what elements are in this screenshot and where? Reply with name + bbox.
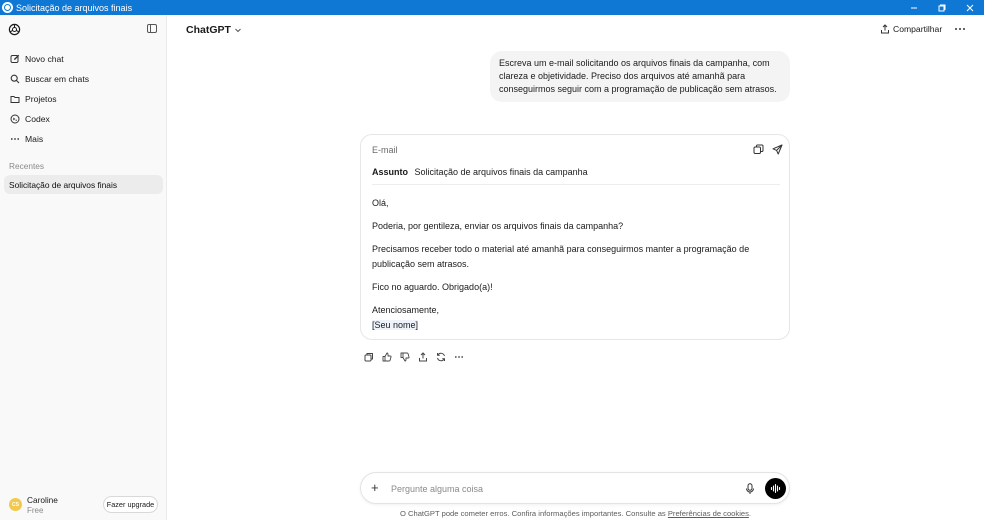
share-icon <box>419 352 427 362</box>
window-titlebar: Solicitação de arquivos finais <box>0 0 984 15</box>
thumbs-down-icon <box>400 352 410 362</box>
refresh-icon <box>437 352 445 362</box>
email-paragraph: Precisamos receber todo o material até a… <box>372 244 750 269</box>
email-signature-placeholder: [Seu nome] <box>372 320 419 330</box>
share-response-button[interactable] <box>414 351 432 363</box>
footer-disclaimer: O ChatGPT pode cometer erros. Confira in… <box>167 509 984 518</box>
email-card: E-mail Assunto Solicitação de arquivos f… <box>360 134 790 340</box>
close-window-button[interactable] <box>956 0 984 15</box>
email-greeting: Olá, <box>372 198 389 208</box>
waveform-icon <box>770 483 781 494</box>
subject-text: Solicitação de arquivos finais da campan… <box>414 167 588 177</box>
user-plan: Free <box>27 506 44 515</box>
share-icon <box>881 24 889 34</box>
copy-icon[interactable] <box>753 144 764 155</box>
edit-icon <box>9 54 20 65</box>
microphone-icon[interactable] <box>745 483 755 495</box>
more-actions-button[interactable] <box>450 351 468 363</box>
email-paragraph: Poderia, por gentileza, enviar os arquiv… <box>372 221 624 231</box>
sidebar-item-novo-chat[interactable]: Novo chat <box>4 49 163 69</box>
response-actions <box>360 351 468 363</box>
chevron-down-icon <box>235 28 241 33</box>
sidebar-item-label: Novo chat <box>25 54 64 64</box>
email-divider <box>372 184 780 185</box>
email-subject: Assunto Solicitação de arquivos finais d… <box>372 167 588 177</box>
subject-label: Assunto <box>372 167 408 177</box>
openai-logo-icon[interactable] <box>8 23 21 36</box>
model-name: ChatGPT <box>186 24 231 36</box>
minimize-icon <box>911 7 917 8</box>
user-message-bubble: Escreva um e-mail solicitando os arquivo… <box>490 51 790 102</box>
email-card-label: E-mail <box>372 145 398 155</box>
sidebar-header <box>0 15 167 43</box>
search-icon <box>9 74 20 85</box>
thumbs-down-button[interactable] <box>396 351 414 363</box>
sidebar-item-label: Buscar em chats <box>25 74 89 84</box>
upgrade-button[interactable]: Fazer upgrade <box>103 496 158 513</box>
email-body: Olá, Poderia, por gentileza, enviar os a… <box>372 196 772 333</box>
window-controls <box>900 0 984 15</box>
copy-icon <box>364 353 373 362</box>
footer-text: O ChatGPT pode cometer erros. Confira in… <box>399 509 666 518</box>
chatgpt-app-icon <box>2 2 13 13</box>
sidebar-item-codex[interactable]: Codex <box>4 109 163 129</box>
folder-icon <box>9 94 20 105</box>
prompt-composer: + <box>360 472 790 504</box>
regenerate-button[interactable] <box>432 351 450 363</box>
window-title: Solicitação de arquivos finais <box>16 2 133 13</box>
more-options-icon[interactable] <box>954 23 966 35</box>
sidebar-toggle-icon[interactable] <box>147 24 157 33</box>
recent-section-label: Recentes <box>9 161 45 171</box>
minimize-button[interactable] <box>900 0 928 15</box>
voice-mode-button[interactable] <box>765 478 786 499</box>
sidebar-item-label: Mais <box>25 134 44 144</box>
more-horizontal-icon <box>454 356 464 358</box>
sidebar-item-label: Projetos <box>25 94 57 104</box>
sidebar-item-mais[interactable]: Mais <box>4 129 163 149</box>
model-selector[interactable]: ChatGPT <box>186 24 242 36</box>
sidebar-item-label: Codex <box>25 114 50 124</box>
copy-response-button[interactable] <box>360 351 378 363</box>
codex-icon <box>9 114 20 125</box>
recent-chat-item[interactable]: Solicitação de arquivos finais <box>4 175 163 194</box>
cookie-preferences-link[interactable]: Preferências de cookies <box>668 509 749 518</box>
sidebar: Novo chat Buscar em chats Projetos Codex… <box>0 15 167 520</box>
email-closing: Atenciosamente, <box>372 305 440 315</box>
restore-button[interactable] <box>928 0 956 15</box>
footer-end: . <box>748 509 752 518</box>
user-name: Caroline <box>27 495 58 505</box>
thumbs-up-icon <box>382 352 392 362</box>
prompt-input[interactable] <box>391 481 731 497</box>
sidebar-item-buscar[interactable]: Buscar em chats <box>4 69 163 89</box>
send-icon[interactable] <box>772 144 783 155</box>
close-icon <box>966 4 974 11</box>
user-profile[interactable]: CS Caroline Free Fazer upgrade <box>0 490 167 520</box>
restore-icon <box>938 4 946 11</box>
more-horizontal-icon <box>9 134 20 145</box>
plus-icon[interactable]: + <box>371 481 379 495</box>
email-paragraph: Fico no aguardo. Obrigado(a)! <box>372 282 493 292</box>
thumbs-up-button[interactable] <box>378 351 396 363</box>
sidebar-item-projetos[interactable]: Projetos <box>4 89 163 109</box>
avatar: CS <box>9 498 22 511</box>
main-area: ChatGPT Compartilhar Escreva um e-mail s… <box>167 15 984 520</box>
share-label: Compartilhar <box>893 24 943 34</box>
share-button[interactable]: Compartilhar <box>880 24 942 34</box>
